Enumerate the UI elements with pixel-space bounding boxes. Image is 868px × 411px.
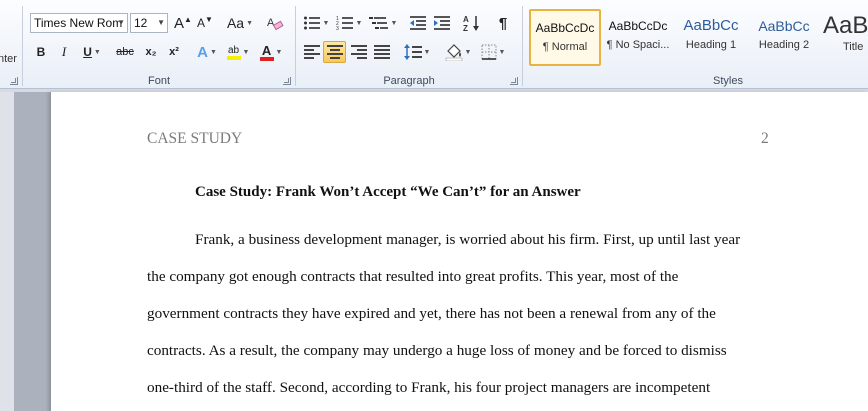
subscript-button[interactable]: x₂ (140, 41, 162, 63)
clear-formatting-button[interactable]: A (263, 12, 287, 34)
sort-button[interactable]: AZ (461, 12, 483, 34)
text-effects-button[interactable]: A ▼ (193, 41, 221, 63)
paint-bucket-icon (445, 44, 462, 61)
font-group-label: Font (147, 75, 170, 87)
grow-font-button[interactable]: A ▲ (173, 12, 193, 34)
change-case-icon: Aa (226, 15, 245, 31)
shrink-font-button[interactable]: A ▼ (195, 12, 215, 34)
page-number: 2 (761, 130, 769, 147)
superscript-button[interactable]: x² (163, 41, 185, 63)
align-center-icon (326, 45, 343, 59)
align-left-icon (304, 45, 320, 59)
chevron-down-icon[interactable]: ▼ (117, 14, 125, 32)
style-name: ¶ No Spaci... (606, 39, 670, 51)
style-title[interactable]: AaB Title (821, 9, 868, 66)
styles-group-label: Styles (713, 75, 743, 87)
italic-button[interactable]: I (54, 41, 74, 63)
clear-formatting-icon: A (267, 17, 284, 31)
borders-button[interactable]: ▼ (478, 41, 508, 63)
svg-text:3: 3 (336, 26, 339, 31)
font-size-value: 12 (134, 16, 148, 30)
style-no-spacing[interactable]: AaBbCcDc ¶ No Spaci... (602, 9, 674, 66)
highlighter-icon: ab (226, 45, 241, 60)
decrease-indent-button[interactable] (407, 12, 429, 34)
underline-button[interactable]: U ▼ (77, 41, 107, 63)
multilevel-list-button[interactable]: ▼ (367, 12, 399, 34)
font-name-value: Times New Rom (34, 16, 123, 30)
bold-button[interactable]: B (31, 41, 51, 63)
text-effects-icon: A (197, 43, 208, 61)
borders-icon (481, 44, 497, 60)
font-color-button[interactable]: A ▼ (256, 41, 286, 63)
style-name: Heading 2 (758, 39, 810, 51)
font-group: Times New Rom ▼ 12 ▼ A ▲ A ▼ Aa ▼ A B I U ▼ … (23, 0, 295, 89)
document-title: Case Study: Frank Won’t Accept “We Can’t… (195, 184, 581, 200)
numbered-list-icon: 123 (336, 16, 353, 31)
style-sample: AaBbCcDc (608, 19, 668, 33)
body-line: one-third of the staff. Second, accordin… (147, 379, 711, 396)
document-page[interactable]: CASE STUDY 2 Case Study: Frank Won’t Acc… (50, 92, 868, 411)
style-name: Title (843, 41, 864, 53)
decrease-indent-icon (410, 16, 426, 30)
font-dialog-launcher-icon[interactable] (283, 77, 291, 85)
bullets-button[interactable]: ▼ (301, 12, 331, 34)
body-line: contracts. As a result, the company may … (147, 342, 727, 359)
style-heading-2[interactable]: AaBbCc Heading 2 (748, 9, 820, 66)
style-heading-1[interactable]: AaBbCc Heading 1 (675, 9, 747, 66)
style-name: ¶ Normal (542, 41, 588, 53)
line-spacing-icon (403, 44, 422, 60)
style-sample: AaBbCc (683, 17, 739, 34)
paragraph-group: ▼ 123 ▼ ▼ A Z ¶ ▼ ▼ ▼ Paragraph (296, 0, 522, 89)
svg-text:A: A (267, 17, 275, 29)
sort-az-icon: AZ (463, 15, 479, 32)
font-size-combo[interactable]: 12 ▼ (130, 13, 168, 33)
font-color-icon: A (259, 44, 274, 61)
navigation-strip (0, 92, 14, 411)
shading-button[interactable]: ▼ (443, 41, 473, 63)
highlight-button[interactable]: ab ▼ (223, 41, 253, 63)
paragraph-dialog-launcher-icon[interactable] (510, 77, 518, 85)
increase-indent-icon (434, 16, 450, 30)
style-normal[interactable]: AaBbCcDc ¶ Normal (529, 9, 601, 66)
style-sample: AaBbCcDc (535, 21, 595, 35)
running-header: CASE STUDY (147, 130, 243, 147)
body-line: Frank, a business development manager, i… (195, 231, 741, 248)
ribbon: nter Times New Rom ▼ 12 ▼ A ▲ A ▼ Aa ▼ A B (0, 0, 868, 89)
justify-button[interactable] (371, 41, 393, 63)
clipboard-group: nter (0, 0, 22, 89)
chevron-down-icon[interactable]: ▼ (157, 14, 165, 32)
style-sample: AaBbCc (758, 18, 810, 34)
bullet-list-icon (303, 16, 320, 30)
clipboard-launcher-icon[interactable] (10, 77, 18, 85)
format-painter-label[interactable]: nter (0, 53, 17, 65)
body-line: government contracts they have expired a… (147, 305, 716, 322)
strikethrough-button[interactable]: abc (112, 41, 138, 63)
align-left-button[interactable] (301, 41, 323, 63)
align-center-button[interactable] (323, 41, 346, 63)
grow-font-icon: A (174, 14, 185, 32)
increase-indent-button[interactable] (431, 12, 453, 34)
document-area: CASE STUDY 2 Case Study: Frank Won’t Acc… (0, 89, 868, 411)
multilevel-list-icon (368, 17, 388, 29)
justify-icon (374, 45, 390, 59)
align-right-button[interactable] (348, 41, 370, 63)
numbering-button[interactable]: 123 ▼ (334, 12, 364, 34)
line-spacing-button[interactable]: ▼ (402, 41, 432, 63)
shrink-font-icon: A (197, 16, 206, 30)
styles-group: AaBbCcDc ¶ Normal AaBbCcDc ¶ No Spaci...… (523, 0, 868, 89)
font-name-combo[interactable]: Times New Rom ▼ (30, 13, 128, 33)
style-sample: AaB (823, 12, 868, 39)
show-formatting-marks-button[interactable]: ¶ (493, 12, 513, 34)
svg-text:Z: Z (463, 24, 468, 32)
body-line: the company got enough contracts that re… (147, 268, 679, 285)
align-right-icon (351, 45, 367, 59)
change-case-button[interactable]: Aa ▼ (226, 12, 254, 34)
style-name: Heading 1 (685, 39, 737, 51)
svg-text:A: A (463, 15, 469, 24)
paragraph-group-label: Paragraph (383, 75, 435, 87)
underline-icon: U (83, 45, 92, 59)
